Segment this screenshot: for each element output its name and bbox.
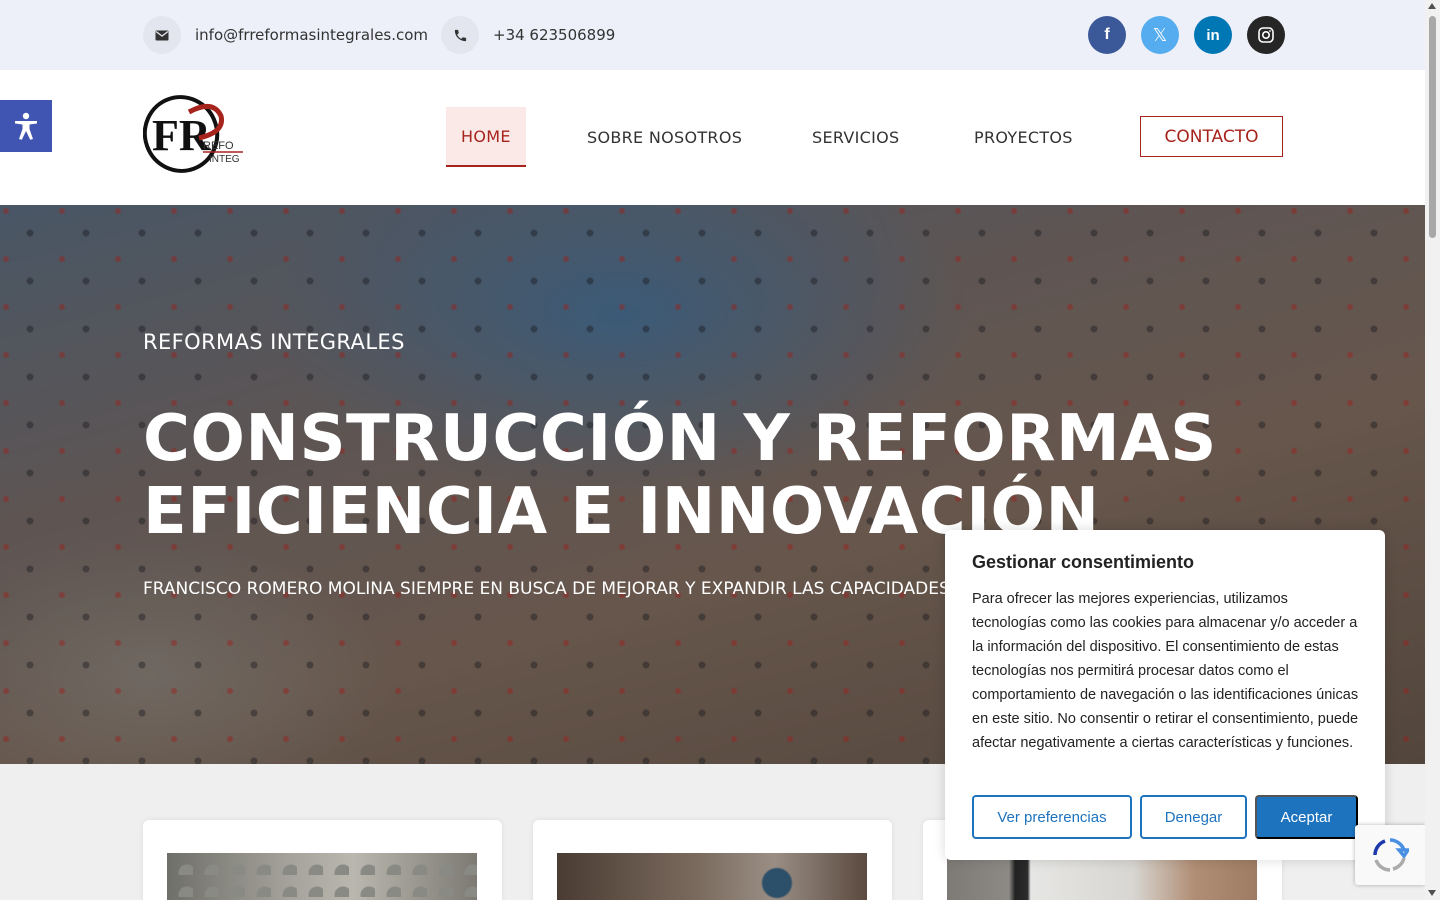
service-card[interactable] (143, 820, 502, 900)
email-link[interactable]: info@frreformasintegrales.com (195, 26, 428, 44)
facebook-icon[interactable]: f (1088, 16, 1126, 54)
linkedin-icon[interactable]: in (1194, 16, 1232, 54)
phone-contact[interactable]: +34 623506899 (441, 16, 615, 54)
service-card-image (947, 853, 1257, 900)
cookie-text: Para ofrecer las mejores experiencias, u… (972, 591, 1359, 751)
scroll-up-arrow[interactable] (1428, 3, 1436, 9)
linkedin-glyph: in (1206, 26, 1220, 44)
service-card[interactable] (533, 820, 892, 900)
accessibility-button[interactable] (0, 100, 52, 152)
instagram-icon[interactable] (1247, 16, 1285, 54)
x-twitter-glyph: 𝕏 (1152, 24, 1168, 45)
nav-home[interactable]: HOME (446, 107, 526, 167)
nav-projects[interactable]: PROYECTOS (974, 107, 1073, 167)
accessibility-icon (15, 112, 37, 140)
x-twitter-icon[interactable]: 𝕏 (1141, 16, 1179, 54)
hero-title: CONSTRUCCIÓN Y REFORMAS EFICIENCIA E INN… (143, 403, 1217, 549)
top-contact-bar: info@frreformasintegrales.com +34 623506… (0, 0, 1425, 70)
page-scrollbar[interactable] (1425, 0, 1440, 900)
cookie-preferences-button[interactable]: Ver preferencias (972, 795, 1132, 839)
cookie-consent-dialog: Gestionar consentimiento Para ofrecer la… (945, 530, 1385, 860)
recaptcha-badge[interactable] (1355, 825, 1425, 885)
hero-subtitle: REFORMAS INTEGRALES (143, 330, 405, 354)
nav-about[interactable]: SOBRE NOSOTROS (587, 107, 742, 167)
scroll-thumb[interactable] (1429, 16, 1436, 238)
service-card-image (557, 853, 867, 900)
nav-services[interactable]: SERVICIOS (812, 107, 900, 167)
facebook-glyph: f (1104, 26, 1110, 43)
instagram-glyph (1258, 27, 1274, 43)
envelope-icon (143, 16, 181, 54)
email-contact[interactable]: info@frreformasintegrales.com (143, 16, 428, 54)
phone-link[interactable]: +34 623506899 (493, 26, 615, 44)
recaptcha-icon (1373, 838, 1409, 872)
phone-icon (441, 16, 479, 54)
site-header: FR REFO INTEG HOME SOBRE NOSOTROS SERVIC… (0, 70, 1425, 205)
cookie-deny-button[interactable]: Denegar (1140, 795, 1247, 839)
social-links: f 𝕏 in (1088, 16, 1285, 54)
cookie-title: Gestionar consentimiento (972, 552, 1195, 572)
nav-contact-button[interactable]: CONTACTO (1140, 116, 1283, 157)
hero-title-line1: CONSTRUCCIÓN Y REFORMAS (143, 402, 1217, 476)
scroll-down-arrow[interactable] (1428, 890, 1436, 896)
service-card-image (167, 853, 477, 900)
cookie-accept-button[interactable]: Aceptar (1255, 795, 1358, 839)
